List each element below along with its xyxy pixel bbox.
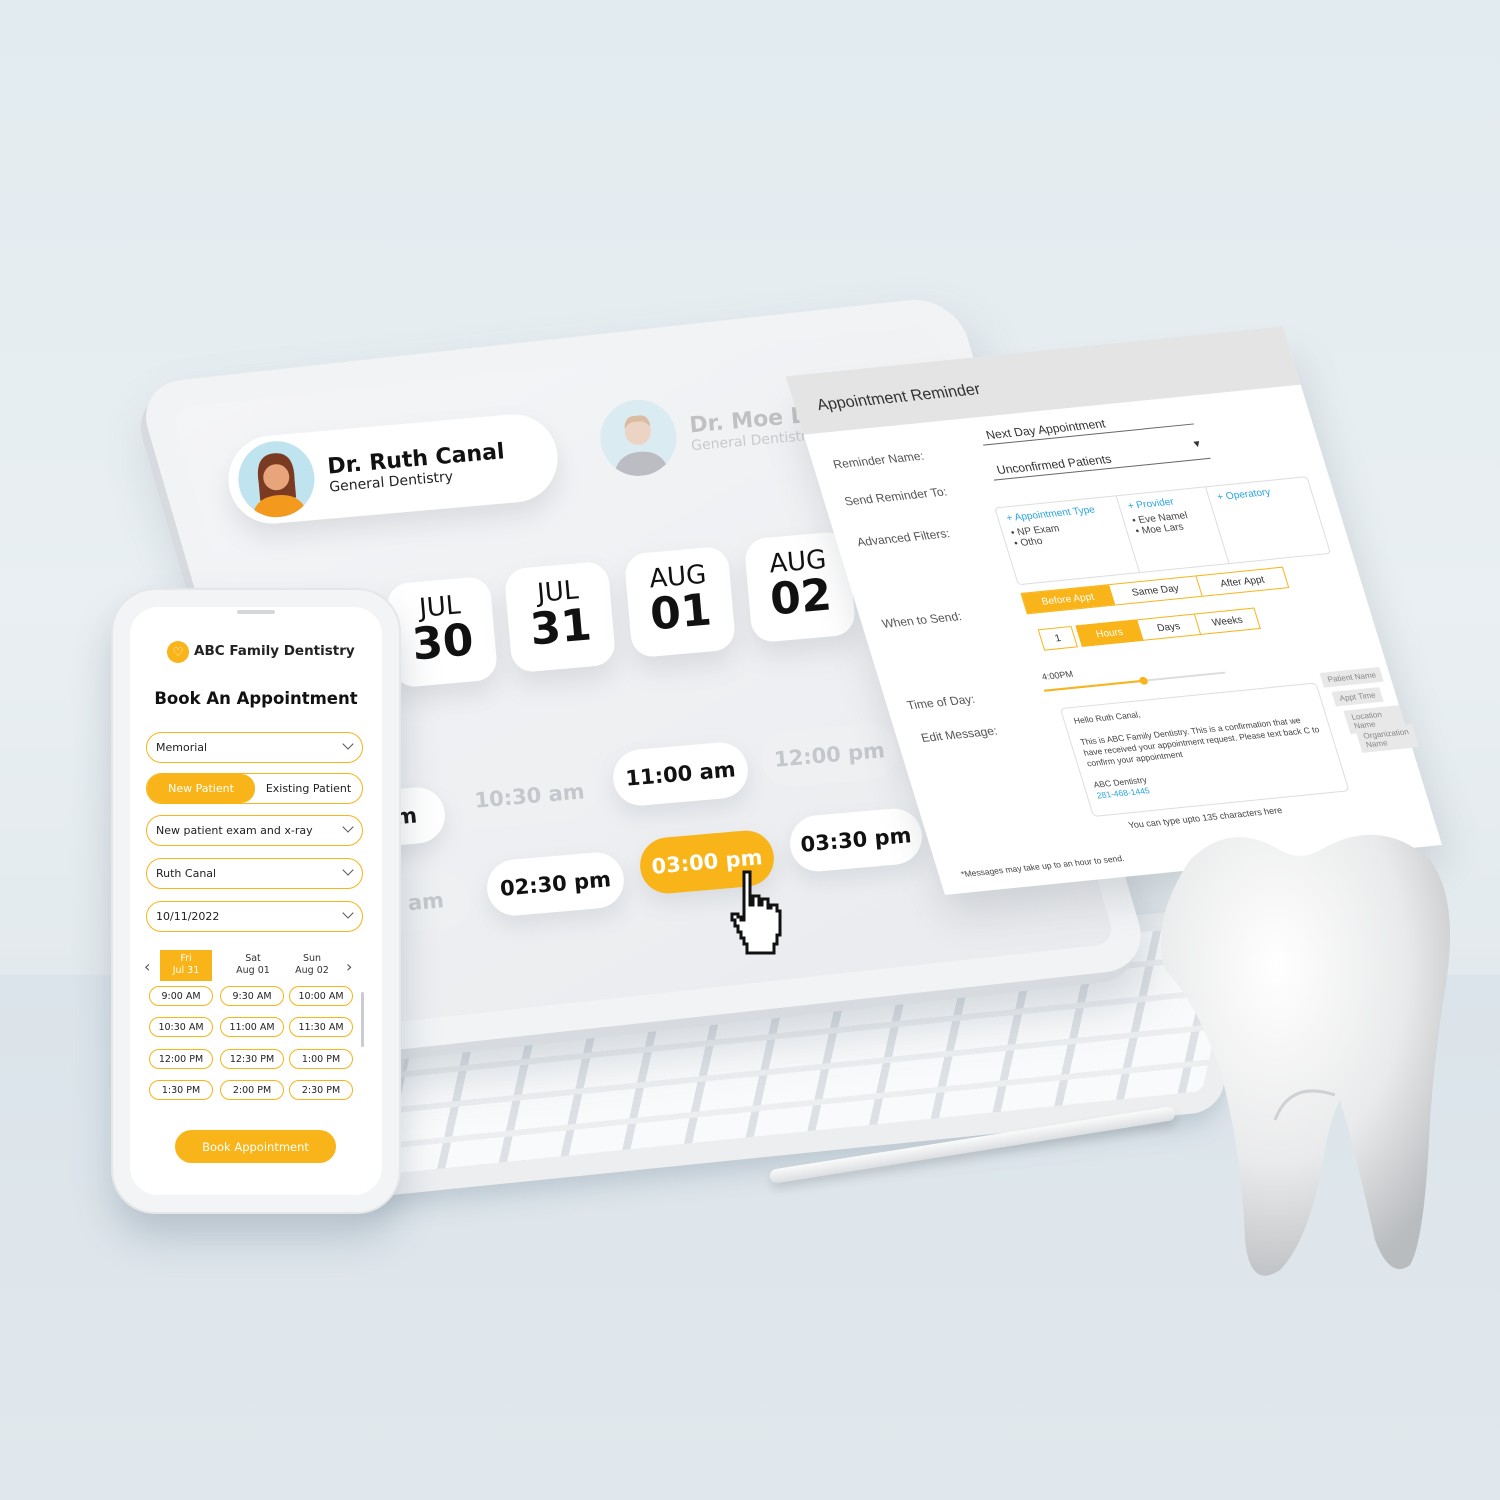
scrollbar[interactable] [361, 992, 364, 1047]
date-day: 01 [648, 584, 714, 641]
dropdown-arrow-icon: ▼ [1190, 438, 1204, 451]
date-select[interactable]: 10/11/2022 [146, 901, 363, 932]
date-day: 30 [410, 614, 476, 671]
doctor-avatar [235, 438, 318, 521]
same-day-option[interactable]: Same Day [1109, 576, 1203, 605]
tooth-logo-icon: ♡ [167, 641, 189, 663]
location-value: Memorial [156, 741, 208, 754]
existing-patient-option[interactable]: Existing Patient [255, 782, 362, 795]
filter-appointment-type: + Appointment Type • NP Exam • Otho [995, 496, 1140, 585]
advanced-filters-label: Advanced Filters: [855, 526, 952, 550]
date-day: 02 [768, 569, 834, 626]
date-card[interactable]: JUL 31 [503, 560, 617, 674]
chevron-down-icon [342, 907, 354, 919]
tooth-illustration [1160, 834, 1450, 1276]
time-slot[interactable]: 10:00 AM [289, 986, 353, 1006]
send-to-value: Unconfirmed Patients [994, 452, 1114, 478]
weeks-option[interactable]: Weeks [1194, 607, 1261, 635]
offset-controls: 1 Hours Days Weeks [1037, 607, 1261, 651]
chevron-down-icon [342, 738, 354, 750]
edit-message-label: Edit Message: [919, 723, 1000, 745]
reason-select[interactable]: New patient exam and x-ray [146, 815, 363, 846]
time-slot[interactable]: 11:30 AM [289, 1017, 353, 1037]
day-sun-aug-02[interactable]: Sun Aug 02 [286, 950, 338, 981]
tag-patient-name[interactable]: Patient Name [1319, 667, 1385, 688]
time-slot[interactable]: 2:00 PM [220, 1080, 284, 1100]
chevron-left-icon[interactable]: ‹ [144, 957, 150, 976]
time-slider-fill [1043, 679, 1144, 692]
days-option[interactable]: Days [1137, 613, 1202, 641]
date-day: 31 [528, 599, 594, 656]
location-select[interactable]: Memorial [146, 732, 363, 763]
chevron-down-icon [342, 821, 354, 833]
provider-value: Ruth Canal [156, 867, 217, 880]
when-to-send-label: When to Send: [880, 609, 964, 631]
time-value: 4:00PM [1040, 668, 1075, 682]
date-value: 10/11/2022 [156, 910, 220, 923]
time-slot[interactable]: 9:00 AM [149, 986, 213, 1006]
page-heading: Book An Appointment [154, 689, 358, 708]
time-of-day-label: Time of Day: [905, 691, 977, 713]
brand-name: ABC Family Dentistry [194, 643, 355, 659]
day-date: Jul 31 [172, 965, 200, 976]
patient-type-toggle: New Patient Existing Patient [146, 773, 363, 804]
phone: ♡ ABC Family Dentistry Book An Appointme… [113, 590, 399, 1212]
book-appointment-button[interactable]: Book Appointment [175, 1130, 336, 1163]
hours-option[interactable]: Hours [1075, 619, 1144, 647]
time-slot[interactable]: 10:30 AM [149, 1017, 213, 1037]
tag-organization-name[interactable]: Organization Name [1355, 723, 1420, 753]
send-to-select[interactable]: Unconfirmed Patients ▼ [988, 438, 1211, 481]
date-card[interactable]: AUG 01 [623, 545, 737, 659]
time-slot[interactable]: 12:30 PM [220, 1049, 284, 1069]
chevron-right-icon[interactable]: › [346, 957, 352, 976]
day-of-week: Sun [302, 953, 322, 964]
provider-select[interactable]: Ruth Canal [146, 858, 363, 889]
filter-item: Otho [1019, 535, 1044, 549]
pointing-hand-cursor-icon [730, 870, 782, 955]
send-to-label: Send Reminder To: [842, 484, 949, 509]
date-card[interactable]: JUL 30 [385, 575, 499, 689]
reminder-name-label: Reminder Name: [831, 448, 926, 472]
time-slot[interactable]: 2:30 PM [289, 1080, 353, 1100]
offset-amount-input[interactable]: 1 [1037, 625, 1079, 651]
day-date: Aug 02 [295, 965, 329, 976]
time-slot[interactable]: 1:00 PM [289, 1049, 353, 1069]
message-textarea[interactable]: Hello Ruth Canal, This is ABC Family Den… [1059, 682, 1350, 817]
time-slot[interactable]: 9:30 AM [220, 986, 284, 1006]
doctor-avatar [597, 396, 680, 480]
after-appt-option[interactable]: After Appt [1197, 568, 1288, 596]
tag-appt-time[interactable]: Appt Time [1331, 687, 1384, 707]
reason-value: New patient exam and x-ray [156, 824, 313, 837]
day-date: Aug 01 [236, 965, 270, 976]
day-of-week: Sat [245, 953, 261, 964]
day-sat-aug-01[interactable]: Sat Aug 01 [227, 950, 279, 981]
phone-speaker [237, 610, 275, 614]
time-slot[interactable]: 1:30 PM [149, 1080, 213, 1100]
new-patient-option[interactable]: New Patient [147, 774, 255, 803]
chevron-down-icon [342, 864, 354, 876]
add-operatory-link[interactable]: + Operatory [1216, 484, 1304, 503]
day-of-week: Fri [180, 953, 192, 964]
time-slider-handle[interactable] [1138, 676, 1149, 686]
phone-screen: ♡ ABC Family Dentistry Book An Appointme… [130, 607, 382, 1195]
send-delay-footnote: *Messages may take up to an hour to send… [959, 853, 1126, 880]
before-appt-option[interactable]: Before Appt [1021, 585, 1116, 614]
time-slot[interactable]: 12:00 PM [149, 1049, 213, 1069]
filter-operatory: + Operatory [1206, 477, 1330, 563]
time-slot[interactable]: 11:00 AM [220, 1017, 284, 1037]
day-fri-jul-31[interactable]: Fri Jul 31 [160, 950, 212, 981]
